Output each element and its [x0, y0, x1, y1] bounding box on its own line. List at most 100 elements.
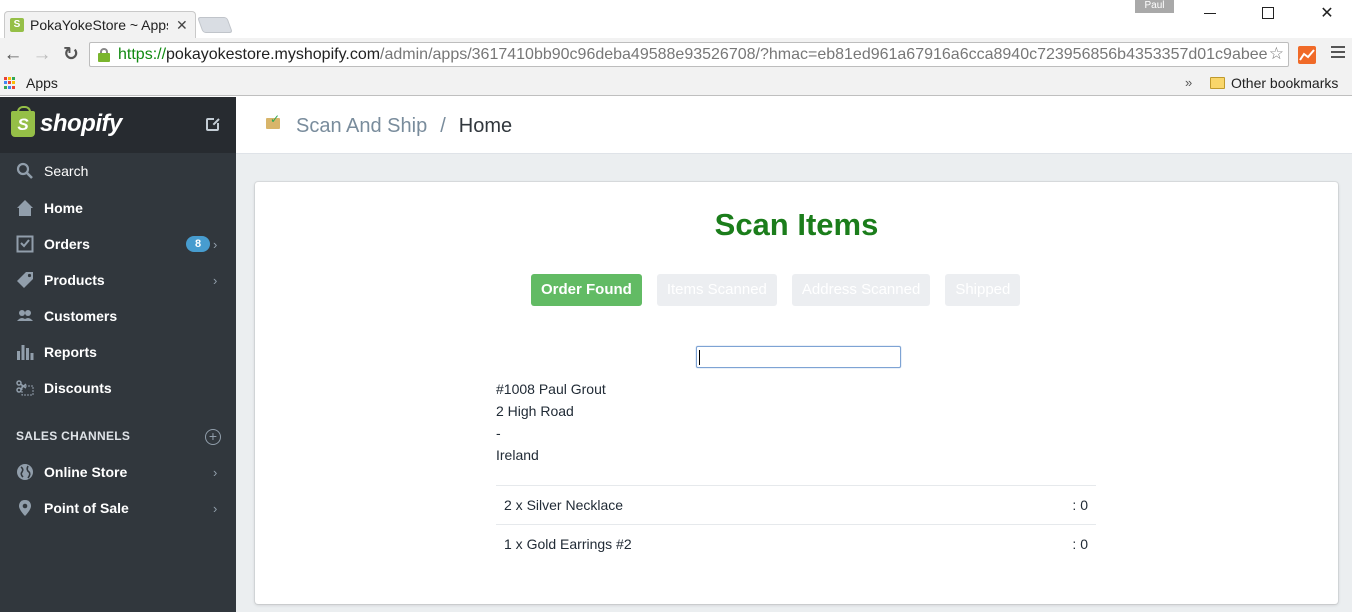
tab-close-icon[interactable]: ✕	[176, 17, 188, 34]
other-bookmarks[interactable]: Other bookmarks	[1210, 75, 1338, 91]
address-bar[interactable]: https://pokayokestore.myshopify.com/admi…	[89, 42, 1289, 67]
globe-icon	[16, 463, 34, 481]
url-path: /admin/apps/3617410bb90c96deba49588e9352…	[380, 45, 1268, 63]
address-country: Ireland	[496, 447, 539, 463]
sidebar-item-label: Reports	[44, 344, 97, 360]
orders-count-badge: 8	[186, 236, 210, 252]
sidebar-item-search[interactable]: Search	[0, 153, 236, 189]
step-items-scanned: Items Scanned	[656, 274, 777, 306]
breadcrumb-app-link[interactable]: Scan And Ship	[296, 115, 427, 138]
breadcrumb-separator: /	[440, 115, 446, 137]
line-items-list: 2 x Silver Necklace : 0 1 x Gold Earring…	[496, 485, 1096, 563]
shopify-logo[interactable]: S shopify	[11, 106, 122, 138]
location-pin-icon	[16, 499, 34, 517]
browser-toolbar: ← → ↻ https://pokayokestore.myshopify.co…	[0, 38, 1352, 72]
back-arrow-icon: ←	[3, 44, 23, 65]
close-icon: ✕	[1320, 5, 1334, 22]
maximize-icon	[1262, 7, 1274, 19]
forward-arrow-icon: →	[32, 44, 52, 65]
chevron-right-icon: ›	[213, 272, 218, 288]
sidebar-item-customers[interactable]: Customers	[0, 298, 236, 334]
reload-button[interactable]: ↻	[60, 44, 82, 66]
shopify-wordmark: shopify	[40, 110, 122, 137]
discounts-icon	[16, 379, 34, 397]
external-link-icon[interactable]	[206, 117, 220, 131]
sidebar-item-label: Discounts	[44, 380, 112, 396]
shopify-bag-icon: S	[11, 106, 35, 137]
page-title: Scan Items	[714, 207, 879, 242]
scan-and-ship-app-icon	[266, 112, 280, 129]
sidebar-item-label: Orders	[44, 236, 90, 252]
progress-steps: Order Found Items Scanned Address Scanne…	[531, 274, 1035, 306]
sidebar-header: S shopify	[0, 97, 236, 153]
apps-bookmark[interactable]: Apps	[4, 75, 58, 91]
bookmarks-overflow-button[interactable]: »	[1185, 75, 1192, 90]
step-order-found: Order Found	[531, 274, 642, 306]
breadcrumb: Scan And Ship / Home	[296, 115, 512, 138]
minimize-button[interactable]	[1190, 0, 1230, 26]
order-number-name: #1008 Paul Grout	[496, 381, 606, 397]
main-content: Scan And Ship / Home Scan Items Order Fo…	[236, 97, 1352, 612]
sidebar-item-products[interactable]: Products ›	[0, 262, 236, 298]
lock-icon	[98, 47, 110, 62]
minimize-icon	[1204, 12, 1216, 14]
sales-channels-heading: SALES CHANNELS	[16, 429, 131, 443]
analytics-extension-icon[interactable]	[1298, 46, 1316, 64]
step-shipped: Shipped	[945, 274, 1021, 306]
search-icon	[16, 162, 34, 180]
back-button[interactable]: ←	[2, 44, 24, 66]
sidebar-item-home[interactable]: Home	[0, 190, 236, 226]
url-scheme: https://	[118, 45, 167, 63]
text-caret	[699, 350, 700, 365]
tag-icon	[16, 271, 34, 289]
add-sales-channel-button[interactable]: +	[205, 429, 221, 445]
apps-label: Apps	[26, 75, 58, 91]
bookmark-star-icon[interactable]: ☆	[1269, 44, 1284, 64]
address-line-1: 2 High Road	[496, 403, 574, 419]
item-scanned-count: : 0	[1072, 497, 1088, 513]
sidebar-item-reports[interactable]: Reports	[0, 334, 236, 370]
folder-icon	[1210, 77, 1225, 89]
chevron-right-icon: ›	[213, 464, 218, 480]
address-line-2: -	[496, 425, 501, 441]
sidebar-item-point-of-sale[interactable]: Point of Sale ›	[0, 490, 236, 526]
apps-grid-icon	[4, 77, 16, 89]
sidebar-item-label: Search	[44, 163, 89, 179]
browser-tab-content[interactable]: S PokaYokeStore ~ Apps ✕	[10, 13, 188, 37]
profile-button[interactable]: Paul	[1135, 0, 1174, 13]
browser-titlebar: S PokaYokeStore ~ Apps ✕ Paul ✕	[0, 0, 1352, 38]
new-tab-button[interactable]	[197, 17, 233, 33]
scan-input[interactable]	[696, 346, 901, 368]
item-scanned-count: : 0	[1072, 536, 1088, 552]
chevron-right-icon: ›	[213, 236, 218, 252]
sidebar-item-label: Online Store	[44, 464, 128, 480]
orders-icon	[16, 235, 34, 253]
reload-icon: ↻	[63, 44, 79, 65]
reports-icon	[16, 343, 34, 361]
chevron-right-icon: ›	[213, 500, 218, 516]
sidebar-item-discounts[interactable]: Discounts	[0, 370, 236, 406]
home-icon	[16, 199, 34, 217]
app-header: Scan And Ship / Home	[236, 97, 1352, 154]
close-window-button[interactable]: ✕	[1307, 0, 1347, 26]
chrome-menu-icon[interactable]	[1331, 46, 1345, 62]
url-text[interactable]: https://pokayokestore.myshopify.com/admi…	[118, 46, 1268, 64]
other-bookmarks-label: Other bookmarks	[1231, 75, 1339, 91]
item-description: 1 x Gold Earrings #2	[504, 536, 632, 552]
sidebar-item-label: Customers	[44, 308, 118, 324]
maximize-button[interactable]	[1248, 0, 1288, 26]
sidebar-item-online-store[interactable]: Online Store ›	[0, 454, 236, 490]
breadcrumb-current: Home	[458, 115, 513, 137]
shopify-favicon-icon: S	[10, 18, 24, 32]
shipping-address: #1008 Paul Grout 2 High Road - Ireland	[496, 378, 606, 466]
sidebar-item-label: Point of Sale	[44, 500, 129, 516]
sidebar-item-orders[interactable]: Orders 8 ›	[0, 226, 236, 262]
step-address-scanned: Address Scanned	[791, 274, 931, 306]
bookmarks-bar: Apps » Other bookmarks	[0, 72, 1352, 96]
customers-icon	[16, 307, 34, 325]
admin-sidebar: S shopify Search Home Orders 8 › Product…	[0, 97, 236, 612]
item-description: 2 x Silver Necklace	[504, 497, 624, 513]
forward-button[interactable]: →	[31, 44, 53, 66]
list-item: 1 x Gold Earrings #2 : 0	[496, 524, 1096, 563]
scan-card: Scan Items Order Found Items Scanned Add…	[255, 182, 1338, 604]
